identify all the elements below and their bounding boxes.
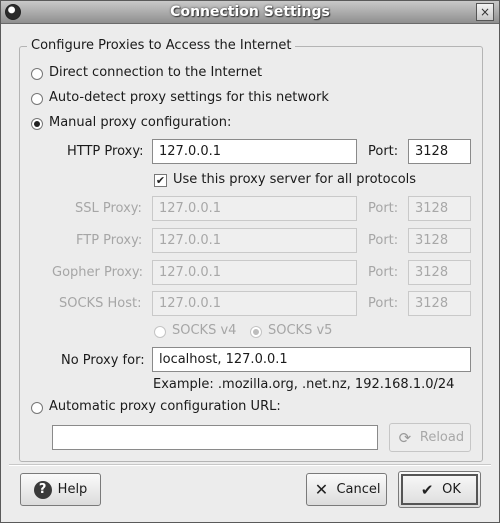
- socks-v5-radio[interactable]: [250, 326, 262, 338]
- ssl-proxy-label: SSL Proxy:: [75, 201, 142, 216]
- use-for-all-checkbox[interactable]: ✔: [154, 174, 167, 187]
- connection-settings-dialog: Connection Settings × Configure Proxies …: [0, 0, 500, 523]
- socks-host-input[interactable]: 127.0.0.1: [152, 291, 357, 316]
- auto-detect-label[interactable]: Auto-detect proxy settings for this netw…: [49, 90, 329, 105]
- gopher-proxy-input[interactable]: 127.0.0.1: [152, 260, 357, 285]
- direct-connection-radio[interactable]: [31, 68, 43, 80]
- title-bar: Connection Settings ×: [1, 1, 499, 24]
- auto-config-url-input[interactable]: [52, 425, 378, 450]
- ok-button[interactable]: ✔ OK: [398, 471, 481, 508]
- auto-config-url-radio[interactable]: [31, 402, 43, 414]
- manual-proxy-radio[interactable]: [31, 118, 43, 130]
- ok-button-label: OK: [442, 482, 461, 497]
- manual-proxy-label[interactable]: Manual proxy configuration:: [49, 115, 231, 130]
- cancel-icon: ✕: [314, 479, 329, 499]
- socks-v4-label[interactable]: SOCKS v4: [172, 323, 236, 338]
- reload-icon: ⟳: [398, 428, 412, 447]
- window-title: Connection Settings: [170, 4, 330, 20]
- cancel-button[interactable]: ✕ Cancel: [306, 473, 387, 506]
- direct-connection-label[interactable]: Direct connection to the Internet: [49, 65, 262, 80]
- no-proxy-label: No Proxy for:: [61, 353, 145, 368]
- http-proxy-label: HTTP Proxy:: [67, 144, 144, 159]
- ftp-port-label: Port:: [368, 233, 399, 248]
- ssl-port-label: Port:: [368, 201, 399, 216]
- http-port-label: Port:: [368, 144, 399, 159]
- reload-button-label: Reload: [419, 430, 465, 445]
- ok-icon: ✔: [420, 480, 434, 499]
- socks-v5-label[interactable]: SOCKS v5: [268, 323, 332, 338]
- ssl-port-input[interactable]: 3128: [408, 196, 471, 221]
- button-separator: [9, 464, 491, 466]
- gopher-port-input[interactable]: 3128: [408, 260, 471, 285]
- http-port-input[interactable]: 3128: [408, 139, 471, 164]
- window-close-button[interactable]: ×: [476, 3, 494, 21]
- help-button[interactable]: ? Help: [20, 473, 101, 506]
- cancel-button-label: Cancel: [336, 482, 381, 497]
- reload-button[interactable]: ⟳ Reload: [389, 423, 471, 452]
- help-button-label: Help: [57, 482, 88, 497]
- socks-port-input[interactable]: 3128: [408, 291, 471, 316]
- ftp-port-input[interactable]: 3128: [408, 228, 471, 253]
- socks-v4-radio[interactable]: [154, 326, 166, 338]
- socks-port-label: Port:: [368, 296, 399, 311]
- no-proxy-input[interactable]: localhost, 127.0.0.1: [152, 347, 471, 372]
- socks-host-label: SOCKS Host:: [59, 296, 142, 311]
- use-for-all-label[interactable]: Use this proxy server for all protocols: [173, 172, 416, 187]
- ssl-proxy-input[interactable]: 127.0.0.1: [152, 196, 357, 221]
- group-title: Configure Proxies to Access the Internet: [27, 38, 296, 53]
- http-proxy-input[interactable]: 127.0.0.1: [152, 139, 357, 164]
- gopher-port-label: Port:: [368, 265, 399, 280]
- ftp-proxy-label: FTP Proxy:: [76, 233, 143, 248]
- auto-detect-radio[interactable]: [31, 93, 43, 105]
- gopher-proxy-label: Gopher Proxy:: [52, 265, 144, 280]
- auto-config-url-label[interactable]: Automatic proxy configuration URL:: [49, 399, 281, 414]
- no-proxy-example: Example: .mozilla.org, .net.nz, 192.168.…: [153, 377, 455, 392]
- ftp-proxy-input[interactable]: 127.0.0.1: [152, 228, 357, 253]
- help-icon: ?: [33, 480, 52, 499]
